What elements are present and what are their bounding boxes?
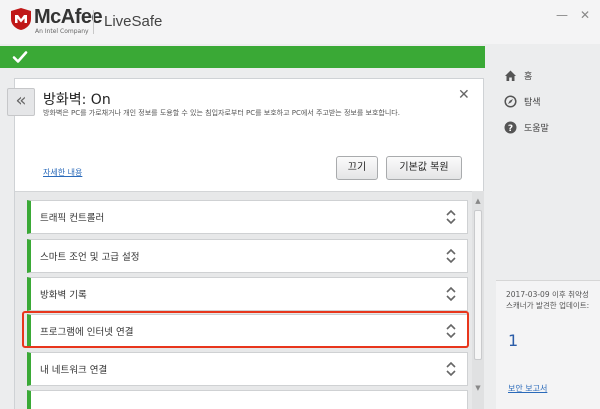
settings-list: 트래픽 컨트롤러 스마트 조언 및 고급 설정 방화벽 기록 프로그램에 인터넷… xyxy=(15,191,472,409)
title-divider xyxy=(93,10,94,34)
expand-chevron-icon xyxy=(446,248,456,264)
security-report-link[interactable]: 보안 보고서 xyxy=(508,383,547,394)
scroll-up-arrow-icon[interactable]: ▲ xyxy=(472,196,484,206)
panel-description: 방화벽은 PC를 가로채거나 개인 정보를 도용할 수 있는 침입자로부터 PC… xyxy=(43,109,400,117)
brand-subtitle: An Intel Company xyxy=(35,28,89,35)
highlight-box xyxy=(22,311,469,348)
nav-item-help[interactable]: ? 도움말 xyxy=(504,118,549,136)
vulnerability-notice: 2017-03-09 이후 취약성 스캐너가 발견한 업데이트: 1 보안 보고… xyxy=(496,280,600,409)
brand-name: McAfee xyxy=(34,6,103,28)
expand-chevron-icon xyxy=(446,361,456,377)
list-item-label: 트래픽 컨트롤러 xyxy=(40,213,105,224)
list-item-my-network-connections[interactable]: 내 네트워크 연결 xyxy=(27,352,468,386)
nav-item-explore[interactable]: 탐색 xyxy=(504,92,541,110)
scroll-down-arrow-icon[interactable]: ▼ xyxy=(472,383,484,393)
notice-count[interactable]: 1 xyxy=(508,331,518,350)
list-item-partial[interactable] xyxy=(27,390,468,409)
close-button[interactable]: ✕ xyxy=(578,8,592,22)
expand-chevron-icon xyxy=(446,209,456,225)
product-name: LiveSafe xyxy=(104,13,163,30)
back-button[interactable]: « xyxy=(7,88,35,116)
nav-item-home[interactable]: 홈 xyxy=(504,66,532,84)
nav-label-home: 홈 xyxy=(524,71,533,82)
minimize-button[interactable]: — xyxy=(555,8,569,22)
nav-label-explore: 탐색 xyxy=(524,97,541,108)
checkmark-icon xyxy=(12,51,28,63)
title-bar: McAfee An Intel Company LiveSafe — ✕ xyxy=(0,0,600,44)
list-item-traffic-controller[interactable]: 트래픽 컨트롤러 xyxy=(27,200,468,234)
notice-text: 2017-03-09 이후 취약성 스캐너가 발견한 업데이트: xyxy=(506,290,590,310)
list-item-label: 내 네트워크 연결 xyxy=(40,365,108,376)
help-icon: ? xyxy=(504,121,517,133)
restore-defaults-button[interactable]: 기본값 복원 xyxy=(386,156,462,180)
mcafee-shield-logo-icon xyxy=(11,8,31,30)
compass-icon xyxy=(504,94,517,108)
scrollbar-thumb[interactable] xyxy=(474,210,482,360)
expand-chevron-icon xyxy=(446,286,456,302)
panel-close-button[interactable]: ✕ xyxy=(458,87,470,103)
details-link[interactable]: 자세한 내용 xyxy=(43,167,82,178)
panel-title: 방화벽: On xyxy=(43,92,111,108)
list-item-firewall-log[interactable]: 방화벽 기록 xyxy=(27,277,468,311)
svg-text:?: ? xyxy=(508,123,513,133)
list-item-label: 방화벽 기록 xyxy=(40,290,87,301)
turn-off-button[interactable]: 끄기 xyxy=(336,156,378,180)
home-icon xyxy=(505,70,516,81)
protection-status-bar xyxy=(0,46,485,68)
list-item-label: 스마트 조언 및 고급 설정 xyxy=(40,252,140,263)
list-item-smart-advice[interactable]: 스마트 조언 및 고급 설정 xyxy=(27,239,468,273)
nav-label-help: 도움말 xyxy=(524,123,549,134)
